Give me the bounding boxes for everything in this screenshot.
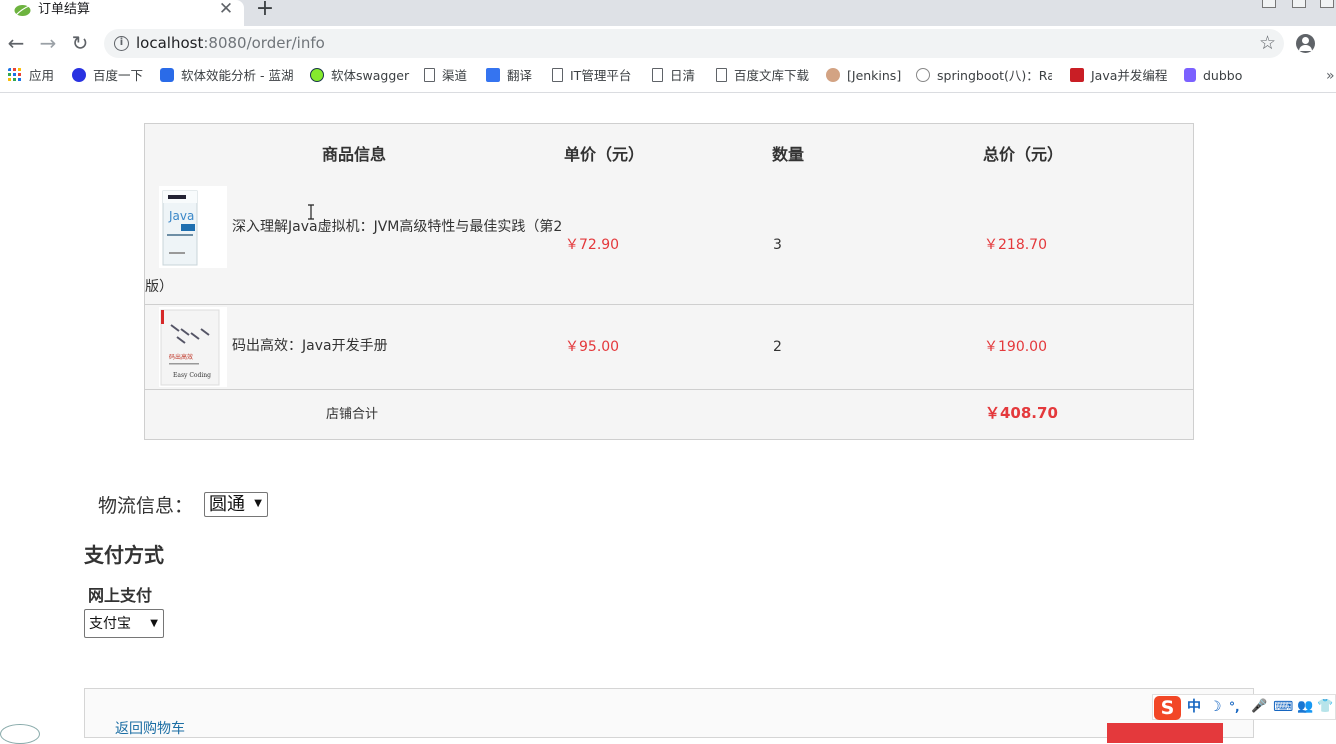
dropdown-arrow-icon: ▼ [254, 498, 262, 509]
window-controls [1262, 0, 1336, 8]
header-unit-price: 单价（元） [564, 145, 645, 164]
payment-selected-value: 支付宝 [89, 616, 131, 632]
ime-toolbar: S 中 ☽ °, 🎤 ⌨ 👥 👕 [1152, 694, 1336, 720]
order-footer-bar: 返回购物车 [84, 688, 1254, 743]
jenkins-icon [826, 68, 840, 82]
bookmark-qudao[interactable]: 渠道 [424, 68, 467, 86]
bookmark-lanhu[interactable]: 软体效能分析 - 蓝湖 [160, 68, 293, 86]
page-content: 商品信息 单价（元） 数量 总价（元） Java 深入理解Java虚拟机：JVM… [0, 94, 1336, 744]
microphone-icon[interactable]: 🎤 [1251, 698, 1267, 716]
row-divider [145, 389, 1193, 390]
info-icon[interactable]: i [114, 36, 129, 51]
bookmark-star-icon[interactable]: ☆ [1259, 32, 1276, 54]
svg-text:Java: Java [168, 209, 194, 223]
new-tab-button[interactable]: + [254, 0, 276, 21]
quantity-value: 2 [773, 339, 782, 355]
maximize-icon[interactable] [1292, 0, 1306, 8]
forward-arrow-icon[interactable]: → [37, 32, 59, 54]
document-icon [424, 68, 435, 82]
bookmark-springboot[interactable]: springboot(八)：Ra [916, 68, 1052, 86]
skin-icon[interactable]: 👕 [1317, 698, 1333, 716]
bookmark-apps[interactable]: 应用 [8, 68, 54, 86]
payment-heading: 支付方式 [84, 543, 164, 567]
dropdown-arrow-icon: ▼ [150, 618, 158, 629]
ime-mode-chinese[interactable]: 中 [1187, 698, 1201, 716]
users-icon[interactable]: 👥 [1297, 698, 1313, 716]
account-icon[interactable] [1296, 34, 1315, 53]
document-icon [716, 68, 727, 82]
tab-title: 订单结算 [38, 2, 91, 17]
url-text[interactable]: localhost:8080/order/info [136, 34, 325, 52]
header-total: 总价（元） [983, 145, 1064, 164]
spring-leaf-icon [14, 5, 31, 16]
translate-icon [486, 68, 500, 82]
bookmark-it-platform[interactable]: IT管理平台 [552, 68, 631, 86]
logistics-select[interactable]: 圆通 ▼ [204, 492, 268, 517]
punctuation-icon[interactable]: °, [1229, 698, 1240, 716]
bookmarks-bar: 应用 百度一下 软体效能分析 - 蓝湖 软体swagger 渠道 翻译 IT管理… [0, 62, 1336, 93]
unit-price: ￥72.90 [565, 237, 620, 253]
svg-text:码出高效: 码出高效 [169, 353, 193, 361]
product-name[interactable]: 码出高效：Java开发手册 [232, 336, 388, 356]
bookmark-wenku[interactable]: 百度文库下载 [716, 68, 809, 86]
row-divider [145, 304, 1193, 305]
store-total-label: 店铺合计 [326, 407, 379, 422]
line-total: ￥190.00 [984, 339, 1047, 355]
logistics-selected-value: 圆通 [209, 494, 245, 515]
baidu-paw-icon [72, 68, 86, 82]
dubbo-icon [1184, 68, 1196, 82]
svg-text:Easy Coding: Easy Coding [173, 372, 211, 379]
tab-close-icon[interactable]: ✕ [217, 0, 235, 18]
header-product: 商品信息 [322, 145, 387, 164]
browser-toolbar: ← → ↻ i localhost:8080/order/info ☆ [0, 26, 1336, 62]
online-payment-label: 网上支付 [88, 586, 153, 605]
header-quantity: 数量 [772, 145, 805, 164]
unit-price: ￥95.00 [565, 339, 620, 355]
submit-order-button[interactable] [1107, 723, 1223, 743]
bookmarks-more-icon[interactable]: » [1326, 68, 1335, 84]
document-icon [552, 68, 563, 82]
close-window-icon[interactable] [1320, 0, 1334, 8]
reload-icon[interactable]: ↻ [69, 32, 91, 54]
bookmark-riqing[interactable]: 日清 [652, 68, 695, 86]
bookmark-swagger[interactable]: 软体swagger [310, 68, 409, 86]
browser-tab[interactable]: 订单结算 ✕ [0, 0, 244, 26]
cart-table: 商品信息 单价（元） 数量 总价（元） Java 深入理解Java虚拟机：JVM… [144, 123, 1194, 440]
bookmark-translate[interactable]: 翻译 [486, 68, 532, 86]
product-image-jvm-book[interactable]: Java [159, 186, 227, 268]
document-icon [652, 68, 663, 82]
bookmark-dubbo[interactable]: dubbo [1184, 68, 1242, 86]
line-total: ￥218.70 [984, 237, 1047, 253]
product-name-continued[interactable]: 版） [145, 277, 173, 297]
keyboard-icon[interactable]: ⌨ [1273, 698, 1293, 716]
store-total-value: ￥408.70 [985, 404, 1058, 422]
text-cursor-icon [308, 204, 314, 220]
logistics-label: 物流信息： [98, 495, 194, 517]
csdn-icon [1070, 68, 1084, 82]
back-arrow-icon[interactable]: ← [5, 32, 27, 54]
apps-grid-icon [8, 68, 21, 81]
bookmark-java-concurrency[interactable]: Java并发编程 [1070, 68, 1167, 86]
product-name[interactable]: 深入理解Java虚拟机：JVM高级特性与最佳实践（第2 [232, 217, 562, 237]
product-image-coding-book[interactable]: 码出高效 Easy Coding [159, 307, 227, 387]
sogou-logo-icon[interactable]: S [1154, 696, 1181, 720]
payment-select[interactable]: 支付宝 ▼ [84, 609, 164, 638]
minimize-icon[interactable] [1262, 0, 1276, 8]
tab-strip: 订单结算 ✕ + [0, 0, 1336, 26]
lanhu-icon [160, 68, 174, 82]
back-to-cart-link[interactable]: 返回购物车 [115, 721, 185, 737]
bookmark-jenkins[interactable]: [Jenkins] [826, 68, 901, 86]
quantity-value: 3 [773, 237, 782, 253]
floating-widget[interactable] [0, 724, 40, 744]
bookmark-baidu[interactable]: 百度一下 [72, 68, 143, 86]
globe-icon [916, 68, 930, 82]
moon-icon[interactable]: ☽ [1209, 698, 1222, 716]
address-bar[interactable]: i localhost:8080/order/info ☆ [104, 29, 1284, 58]
swagger-icon [310, 68, 324, 82]
